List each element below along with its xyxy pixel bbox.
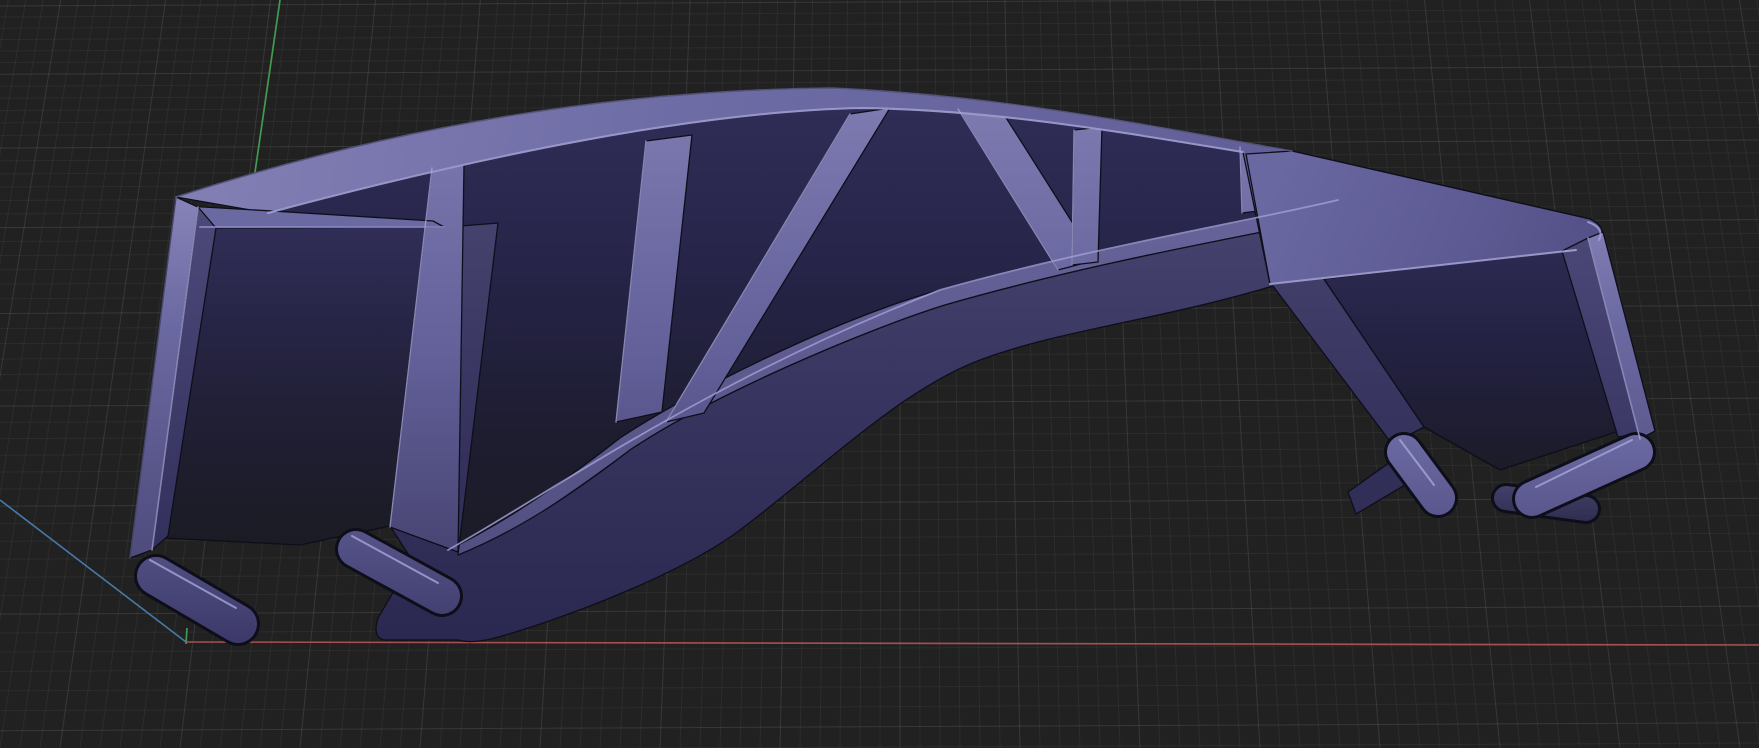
viewport-3d[interactable]	[0, 0, 1759, 748]
scene-canvas[interactable]	[0, 0, 1759, 748]
strut-5	[1071, 126, 1103, 266]
